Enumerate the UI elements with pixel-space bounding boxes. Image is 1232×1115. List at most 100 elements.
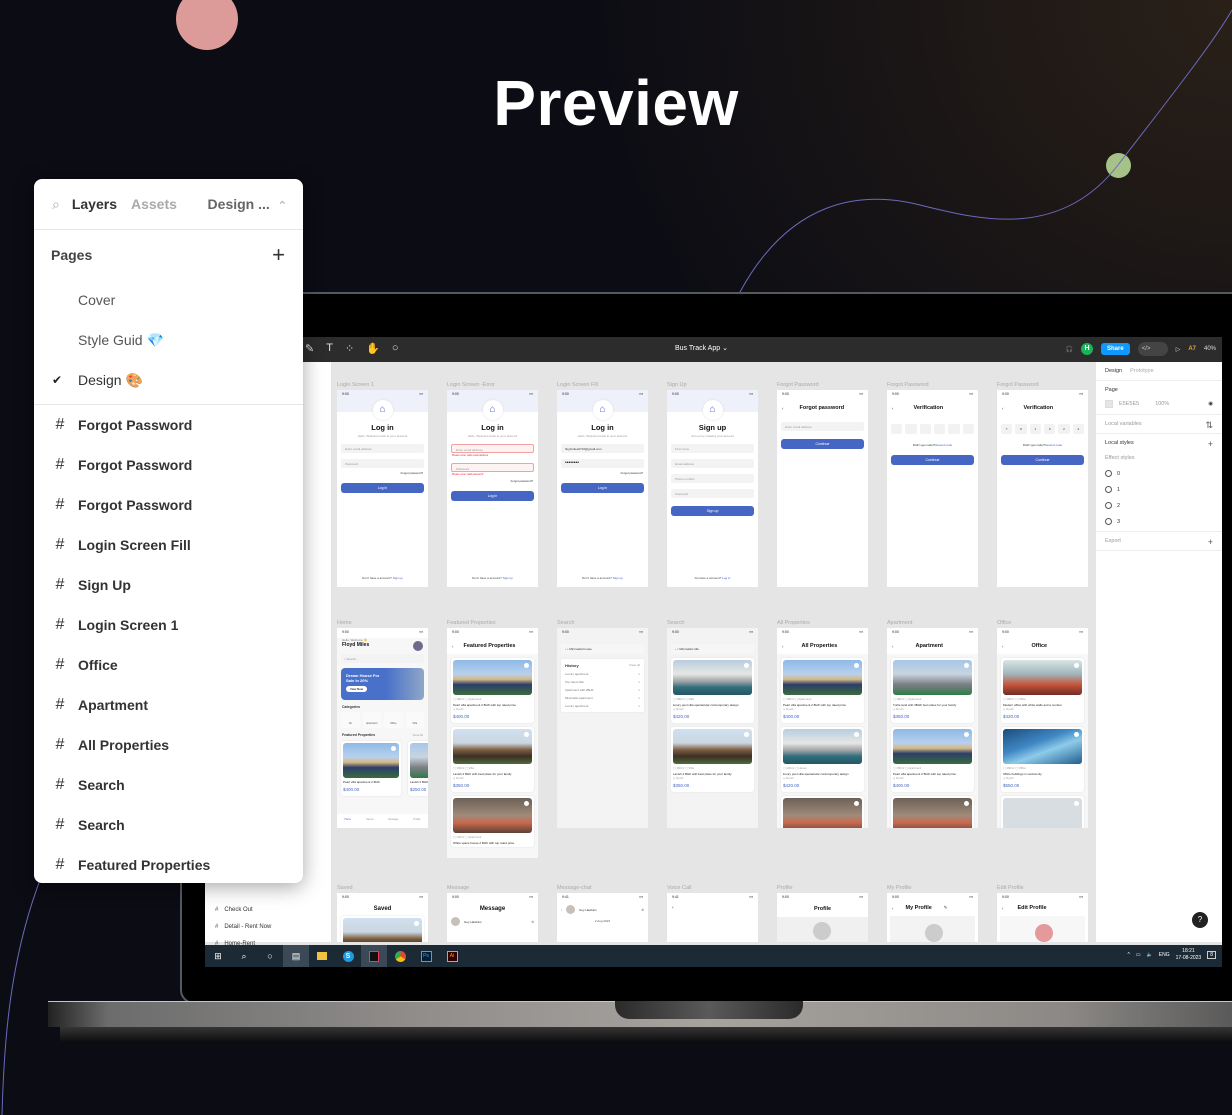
network-icon[interactable]: ▭ [1136,952,1141,958]
effect-style-item[interactable]: 2 [1105,502,1213,509]
frame-verification-filled[interactable]: 9:00 ▪▪▪ ‹ Verification 781024 Didn't get … [997,390,1088,587]
email-field-filled: floydmiles0716@gmail.com [561,444,644,453]
add-style-icon[interactable]: + [1208,439,1213,449]
page-color-swatch[interactable] [1105,400,1113,408]
local-variables[interactable]: Local variables ⇅ [1096,415,1222,434]
dev-mode-toggle[interactable]: </> [1137,342,1168,356]
volume-icon[interactable]: 🔈 [1147,952,1153,958]
search-icon[interactable]: ⌕ [231,945,257,967]
chevron-up-icon[interactable]: ^ [1127,952,1129,958]
present-icon[interactable]: ▷ [1176,346,1181,353]
page-dropdown[interactable]: Design ... ⌃ [208,196,287,212]
page-item-cover[interactable]: Cover [34,280,303,320]
components-icon[interactable]: ⁘ [345,342,354,355]
tab-prototype[interactable]: Prototype [1130,368,1154,374]
frame-login-screen-error[interactable]: 9:00 ▪▪▪ ⌂ Log in Hello, Welcome back to … [447,390,538,587]
frame-all-properties[interactable]: 9:00 ▪▪▪ ‹ All Properties ▢ 180m² ▢ Apartm… [777,628,868,828]
zoom-level[interactable]: 40% [1204,346,1216,352]
layer-frame-item[interactable]: # Forgot Password [34,445,303,485]
screen-subtitle: Hello, Welcome back to your account [577,434,628,438]
eye-icon[interactable]: ◉ [1208,401,1213,407]
frame-search-results[interactable]: 9:00 ▪▪▪ ‹ ⌕ Minimalist villa ▢ 180m² ▢ V… [667,628,758,828]
frame-message[interactable]: 9:00 ▪▪▪ Message Guy Hawkins ✆ [447,893,538,942]
forgot-link: Forgot password? [620,471,643,475]
layer-frame-item[interactable]: # Forgot Password [34,485,303,525]
variables-icon[interactable]: ⇅ [1205,420,1213,431]
windows-start-icon[interactable]: ⊞ [205,945,231,967]
page-item-style-guide[interactable]: Style Guid 💎 [34,320,303,360]
share-button[interactable]: Share [1101,343,1130,355]
photoshop-icon[interactable]: Ps [413,945,439,967]
nav-header: ‹ Verification [892,405,944,411]
layer-frame-item[interactable]: # Forgot Password [34,405,303,445]
frame-office[interactable]: 9:00 ▪▪▪ ‹ Office ▢ 180m² ▢ Office Modern o… [997,628,1088,828]
figma-canvas[interactable]: Login Screen 1 Login Screen -Error Login… [332,362,1095,942]
frame-login-screen-fill[interactable]: 9:00 ▪▪▪ ⌂ Log in Hello, Welcome back to … [557,390,648,587]
frame-login-screen-1[interactable]: 9:00 ▪▪▪ ⌂ Log in Hello, Welcome back to … [337,390,428,587]
file-title[interactable]: Bus Track App ⌄ [675,344,728,352]
frame-label: Voice Call [667,885,692,891]
layer-frame-item[interactable]: # All Properties [34,725,303,765]
layer-frame-item[interactable]: # Login Screen 1 [34,605,303,645]
page-color-hex[interactable]: E5E5E5 [1119,401,1139,407]
layer-frame-item[interactable]: # Search [34,805,303,845]
frame-featured-properties[interactable]: 9:00 ▪▪▪ ‹ Featured Properties ▢ 180m² ▢ A… [447,628,538,858]
clock[interactable]: 18:21 17-08-2023 [1176,948,1202,962]
frame-search-history[interactable]: 9:00 ▪▪▪ ‹ ⌕ Minimalist house History Clea… [557,628,648,828]
add-export-icon[interactable]: + [1208,537,1213,547]
frame-apartment[interactable]: 9:00 ▪▪▪ ‹ Apartment ▢ 180m² ▢ Apartment Tu… [887,628,978,828]
skype-icon[interactable]: S [335,945,361,967]
pen-icon[interactable]: ✎ [305,342,314,355]
text-icon[interactable]: T [326,342,333,355]
page-opacity[interactable]: 100% [1155,401,1169,407]
language-indicator[interactable]: ENG [1159,952,1170,958]
frame-profile[interactable]: 9:00 ▪▪▪ Profile [777,893,868,942]
property-card: ▢ 180m² ▢ Office Modern office with white… [1001,658,1084,723]
layer-frame-item[interactable]: # Login Screen Fill [34,525,303,565]
illustrator-icon[interactable]: Ai [439,945,465,967]
status-bar: 9:00 ▪▪▪ [777,628,868,638]
frame-forgot-password[interactable]: 9:00 ▪▪▪ ‹ Forgot password Enter email add… [777,390,868,587]
notification-icon[interactable]: 8 [1207,951,1216,959]
headphones-icon[interactable]: 🎧 [1066,346,1073,353]
comment-icon[interactable]: ○ [392,342,399,355]
tab-design[interactable]: Design [1105,368,1122,374]
screen-title: Saved [373,906,392,912]
layer-frame-item[interactable]: # Search [34,765,303,805]
figma-icon[interactable] [361,945,387,967]
search-icon[interactable]: ⌕ [52,196,60,213]
page-item-design[interactable]: ✔ Design 🎨 [34,360,303,400]
layer-frame-item[interactable]: # Sign Up [34,565,303,605]
layer-frame-item[interactable]: # Featured Properties [34,845,303,883]
effect-style-item[interactable]: 3 [1105,518,1213,525]
hand-icon[interactable]: ✋ [366,342,380,355]
continue-button: Continue [1001,455,1084,465]
help-button[interactable]: ? [1192,912,1208,928]
effect-style-item[interactable]: 1 [1105,486,1213,493]
frame-verification-empty[interactable]: 9:00 ▪▪▪ ‹ Verification Didn't get code?Re… [887,390,978,587]
export-section[interactable]: Export + [1096,532,1222,551]
frame-my-profile[interactable]: 9:00 ▪▪▪ ‹ My Profile ✎ [887,893,978,942]
tab-assets[interactable]: Assets [131,196,177,212]
cortana-icon[interactable]: ○ [257,945,283,967]
task-view-icon[interactable]: ▤ [283,945,309,967]
add-page-button[interactable]: + [272,242,285,268]
layer-frame-item[interactable]: # Apartment [34,685,303,725]
frame-voice-call[interactable]: 9:41 ▪▪▪ ‹ [667,893,758,942]
frame-edit-profile[interactable]: 9:00 ▪▪▪ ‹ Edit Profile [997,893,1088,942]
frame-sign-up[interactable]: 9:00 ▪▪▪ ⌂ Sign up Join us by creating yo… [667,390,758,587]
chrome-icon[interactable] [387,945,413,967]
frame-home[interactable]: 9:00 ▪▪▪ Hello, Welcome 👋 Floyd Miles ⌕ S… [337,628,428,828]
email-field-error: Enter email address [451,444,534,453]
user-avatar[interactable]: H [1081,343,1093,355]
tab-layers[interactable]: Layers [72,196,117,212]
layer-item[interactable]: # Check Out [205,902,332,919]
featured-heading: Featured Properties View All [342,733,423,737]
frame-message-chat[interactable]: 9:41 ▪▪▪ ‹ Guy Hawkins ✆ 2 Aug 2023 [557,893,648,942]
effect-style-item[interactable]: 0 [1105,470,1213,477]
layer-item[interactable]: # Detail - Rent Now [205,919,332,936]
layer-frame-item[interactable]: # Office [34,645,303,685]
file-explorer-icon[interactable] [309,945,335,967]
page-section: Page E5E5E5 100% ◉ [1096,381,1222,415]
frame-saved[interactable]: 9:00 ▪▪▪ Saved [337,893,428,942]
